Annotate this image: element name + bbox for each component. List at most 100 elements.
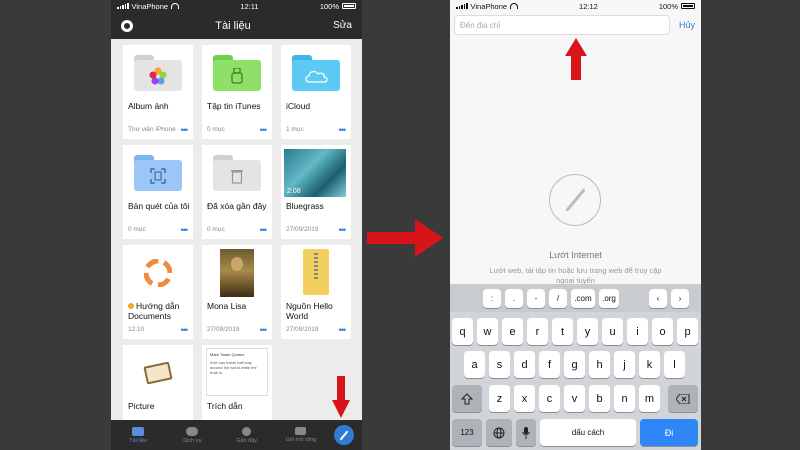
picture-frame-icon	[143, 362, 173, 384]
key-e[interactable]: e	[502, 318, 523, 345]
file-item[interactable]: Nguồn Hello World 27/09/2019 •••	[281, 245, 351, 339]
key-b[interactable]: b	[589, 385, 610, 412]
key-i[interactable]: i	[627, 318, 648, 345]
more-icon[interactable]: •••	[260, 226, 268, 235]
key-y[interactable]: y	[577, 318, 598, 345]
more-icon[interactable]: •••	[260, 126, 268, 135]
carrier-label: VinaPhone	[470, 1, 508, 11]
down-arrow-annotation	[332, 376, 350, 418]
key-colon[interactable]: :	[483, 289, 501, 308]
more-icon[interactable]: •••	[181, 226, 189, 235]
key-h[interactable]: h	[589, 351, 610, 378]
file-item[interactable]: Bản quét của tôi 0 mục •••	[123, 145, 193, 239]
video-thumbnail: 2:08	[284, 149, 346, 197]
unread-dot-icon	[128, 303, 134, 309]
key-dotorg[interactable]: .org	[599, 289, 619, 308]
key-z[interactable]: z	[489, 385, 510, 412]
backspace-icon	[676, 393, 690, 404]
text-thumbnail: Mark Twain Quotes A lie can travel half …	[206, 348, 268, 396]
address-input[interactable]: Đến địa chỉ	[454, 15, 670, 35]
signal-icon	[117, 3, 129, 9]
key-n[interactable]: n	[614, 385, 635, 412]
key-d[interactable]: d	[514, 351, 535, 378]
battery-percent: 100%	[658, 1, 678, 11]
key-a[interactable]: a	[464, 351, 485, 378]
usb-icon	[231, 67, 243, 84]
battery-icon	[681, 3, 695, 9]
tab-services[interactable]: Dịch vụ	[165, 420, 219, 450]
edit-button[interactable]: Sửa	[333, 20, 352, 31]
file-item[interactable]: Tập tin iTunes 0 mục •••	[202, 45, 272, 139]
cancel-button[interactable]: Hủy	[679, 20, 695, 30]
lifebuoy-icon	[144, 259, 172, 287]
key-dot[interactable]: .	[505, 289, 523, 308]
tab-documents[interactable]: Tài liệu	[111, 420, 165, 450]
prev-arrow-icon[interactable]: ‹	[649, 289, 667, 308]
more-icon[interactable]: •••	[339, 326, 347, 335]
gear-icon[interactable]	[121, 19, 133, 32]
signal-icon	[456, 3, 468, 9]
carrier-label: VinaPhone	[131, 1, 169, 11]
shift-key[interactable]	[452, 385, 482, 412]
delete-key[interactable]	[668, 385, 698, 412]
key-v[interactable]: v	[564, 385, 585, 412]
file-item[interactable]: iCloud 1 mục •••	[281, 45, 351, 139]
file-name: Hướng dẫn Documents	[128, 301, 180, 321]
key-q[interactable]: q	[452, 318, 473, 345]
tab-recent[interactable]: Gần đây	[220, 420, 274, 450]
key-x[interactable]: x	[514, 385, 535, 412]
tab-extensions[interactable]: Gói mở rộng	[274, 420, 328, 450]
globe-icon	[493, 427, 505, 438]
key-c[interactable]: c	[539, 385, 560, 412]
more-icon[interactable]: •••	[339, 226, 347, 235]
clock: 12:12	[579, 1, 598, 11]
more-icon[interactable]: •••	[181, 126, 189, 135]
key-j[interactable]: j	[614, 351, 635, 378]
file-item[interactable]: Đã xóa gần đây 0 mục •••	[202, 145, 272, 239]
page-title: Tài liệu	[215, 19, 251, 32]
file-name: Picture	[128, 401, 155, 411]
dictation-key[interactable]	[516, 419, 536, 446]
key-p[interactable]: p	[677, 318, 698, 345]
key-u[interactable]: u	[602, 318, 623, 345]
key-dash[interactable]: -	[527, 289, 545, 308]
key-w[interactable]: w	[477, 318, 498, 345]
space-key[interactable]: dấu cách	[540, 419, 636, 446]
shift-icon	[461, 392, 473, 404]
globe-key[interactable]	[486, 419, 512, 446]
file-name: Tập tin iTunes	[207, 101, 261, 111]
next-arrow-icon[interactable]: ›	[671, 289, 689, 308]
key-f[interactable]: f	[539, 351, 560, 378]
numbers-key[interactable]: 123	[452, 419, 482, 446]
key-t[interactable]: t	[552, 318, 573, 345]
file-item[interactable]: Album ảnh Thư viện iPhone •••	[123, 45, 193, 139]
key-dotcom[interactable]: .com	[571, 289, 595, 308]
key-k[interactable]: k	[639, 351, 660, 378]
more-icon[interactable]: •••	[181, 326, 189, 335]
key-m[interactable]: m	[639, 385, 660, 412]
compass-icon	[549, 174, 601, 226]
status-bar: VinaPhone 12:12 100%	[450, 0, 701, 12]
file-meta: Thư viện iPhone	[128, 126, 176, 133]
browser-button[interactable]	[334, 425, 354, 445]
file-grid: Album ảnh Thư viện iPhone ••• Tập tin iT…	[111, 39, 362, 439]
more-icon[interactable]: •••	[260, 326, 268, 335]
file-item[interactable]: Hướng dẫn Documents 12:10 •••	[123, 245, 193, 339]
key-g[interactable]: g	[564, 351, 585, 378]
file-meta: 12:10	[128, 326, 145, 333]
more-icon[interactable]: •••	[339, 126, 347, 135]
key-s[interactable]: s	[489, 351, 510, 378]
file-name: Nguồn Hello World	[286, 301, 333, 321]
key-o[interactable]: o	[652, 318, 673, 345]
key-slash[interactable]: /	[549, 289, 567, 308]
file-item[interactable]: Mona Lisa 27/09/2019 •••	[202, 245, 272, 339]
file-item[interactable]: 2:08 Bluegrass 27/09/2019 •••	[281, 145, 351, 239]
file-meta: 1 mục	[286, 126, 304, 133]
file-name: Bản quét của tôi	[128, 201, 190, 211]
key-r[interactable]: r	[527, 318, 548, 345]
go-key[interactable]: Đi	[640, 419, 698, 446]
video-duration: 2:08	[287, 188, 301, 195]
microphone-icon	[522, 426, 530, 439]
wifi-icon	[510, 3, 519, 9]
key-l[interactable]: l	[664, 351, 685, 378]
